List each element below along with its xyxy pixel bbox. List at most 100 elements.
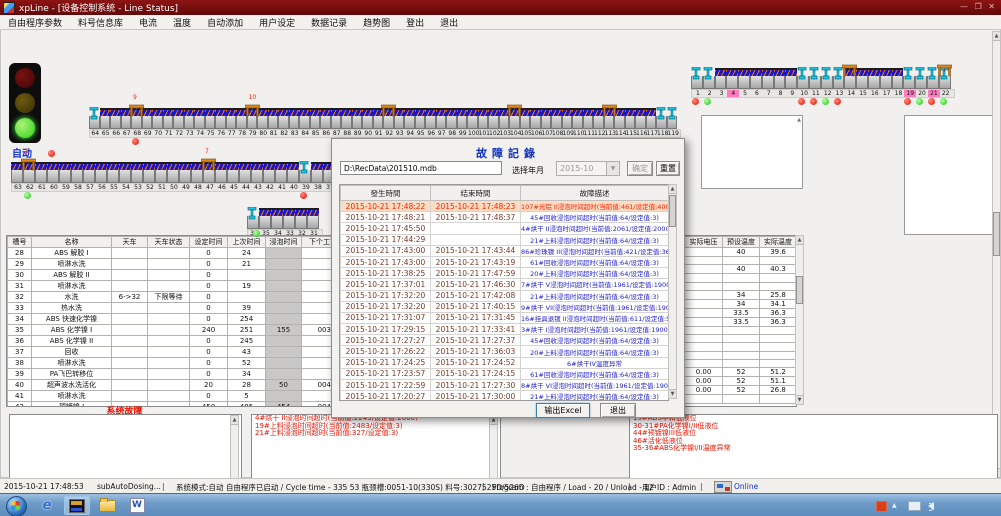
menu-item-3[interactable]: 温度 — [165, 16, 199, 29]
database-path-field[interactable]: D:\RecData\201510.mdb — [340, 161, 502, 175]
scroll-down-icon[interactable]: ▼ — [796, 395, 803, 404]
taskbar-xpline-button[interactable] — [64, 496, 90, 515]
scroll-down-icon[interactable]: ▼ — [669, 389, 676, 398]
year-month-combobox[interactable]: 2015-10 ▼ — [556, 161, 620, 176]
tank-cell-36[interactable] — [247, 208, 259, 229]
window-scrollbar[interactable]: ▲ ▼ — [992, 31, 1001, 478]
tank-cell-109[interactable] — [562, 108, 573, 129]
fault-record-row[interactable]: 2015-10-21 17:45:504#烘干 II浸泡时间超时(当前值:206… — [341, 223, 669, 234]
tank-cell-40[interactable] — [287, 162, 299, 183]
tank-cell-57[interactable] — [83, 162, 95, 183]
fault-record-row[interactable]: 2015-10-21 17:43:002015-10-21 17:43:1961… — [341, 256, 669, 267]
tank-cell-94[interactable] — [404, 108, 415, 129]
tank-cell-2[interactable] — [703, 68, 715, 89]
tank-cell-42[interactable] — [263, 162, 275, 183]
tank-cell-119[interactable] — [667, 108, 678, 129]
tank-cell-15[interactable] — [856, 68, 868, 89]
tank-cell-60[interactable] — [47, 162, 59, 183]
tank-cell-52[interactable] — [143, 162, 155, 183]
fault-record-row[interactable]: 2015-10-21 17:27:272015-10-21 17:27:3745… — [341, 335, 669, 346]
fault-record-row[interactable]: 2015-10-21 17:23:572015-10-21 17:24:1561… — [341, 368, 669, 379]
tank-cell-75[interactable] — [205, 108, 216, 129]
chevron-down-icon[interactable]: ▼ — [606, 162, 619, 175]
fault-record-row[interactable]: 2015-10-21 17:32:202015-10-21 17:40:159#… — [341, 301, 669, 312]
tank-cell-71[interactable] — [163, 108, 174, 129]
tray-network-icon[interactable] — [908, 501, 921, 511]
tank-cell-4[interactable] — [726, 68, 738, 89]
table-row[interactable]: 33.536.3 — [685, 308, 797, 317]
table-row[interactable]: 36ABS 化学镍 II0245 — [8, 336, 341, 347]
tank-cell-96[interactable] — [425, 108, 436, 129]
scrollbar-thumb[interactable] — [796, 276, 803, 304]
tank-cell-50[interactable] — [167, 162, 179, 183]
table-row[interactable]: 32水洗6->32下限等待0 — [8, 292, 341, 303]
table-row[interactable] — [685, 274, 797, 282]
tank-cell-73[interactable] — [184, 108, 195, 129]
tank-cell-56[interactable] — [95, 162, 107, 183]
menu-item-2[interactable]: 电流 — [131, 16, 165, 29]
tank-cell-108[interactable] — [551, 108, 562, 129]
tank-cell-83[interactable] — [289, 108, 300, 129]
tank-cell-59[interactable] — [59, 162, 71, 183]
tank-cell-118[interactable] — [656, 108, 667, 129]
window-controls[interactable]: — ❐ ✕ — [960, 2, 997, 11]
scroll-up-icon[interactable]: ▲ — [231, 416, 238, 425]
tank-cell-86[interactable] — [320, 108, 331, 129]
tank-cell-51[interactable] — [155, 162, 167, 183]
tank-cell-1[interactable] — [691, 68, 703, 89]
table-row[interactable]: 33.536.3 — [685, 317, 797, 326]
tank-cell-3[interactable] — [715, 68, 727, 89]
tank-cell-116[interactable] — [635, 108, 646, 129]
tank-cell-99[interactable] — [457, 108, 468, 129]
tank-cell-34[interactable] — [271, 208, 283, 229]
tank-cell-18[interactable] — [892, 68, 904, 89]
tank-cell-101[interactable] — [478, 108, 489, 129]
fault-record-row[interactable]: 2015-10-21 17:20:272015-10-21 17:30:0021… — [341, 391, 669, 401]
tank-cell-5[interactable] — [738, 68, 750, 89]
scroll-up-icon[interactable]: ▲ — [669, 185, 676, 194]
menu-item-6[interactable]: 数据记录 — [303, 16, 355, 29]
menu-item-8[interactable]: 登出 — [398, 16, 432, 29]
tank-cell-54[interactable] — [119, 162, 131, 183]
tank-cell-81[interactable] — [268, 108, 279, 129]
reset-button[interactable]: 重置 — [656, 161, 680, 176]
table-row[interactable] — [685, 335, 797, 343]
fault-record-row[interactable]: 2015-10-21 17:32:202015-10-21 17:42:0821… — [341, 290, 669, 301]
tank-cell-49[interactable] — [179, 162, 191, 183]
ok-button[interactable]: 确定 — [627, 161, 653, 176]
tank-cell-76[interactable] — [215, 108, 226, 129]
taskbar-ie-button[interactable]: e — [34, 496, 60, 515]
tank-cell-46[interactable] — [215, 162, 227, 183]
tank-cell-35[interactable] — [259, 208, 271, 229]
table-row[interactable]: 33热水洗039 — [8, 303, 341, 314]
scroll-up-icon[interactable]: ▲ — [796, 236, 803, 245]
fault-table-scrollbar[interactable]: ▲ ▼ — [668, 184, 677, 399]
tank-cell-17[interactable] — [880, 68, 892, 89]
fault-record-row[interactable]: 2015-10-21 17:26:222015-10-21 17:36:0320… — [341, 346, 669, 357]
table-row[interactable]: 41喷淋水洗05 — [8, 391, 341, 402]
tank-cell-66[interactable] — [110, 108, 121, 129]
tank-cell-90[interactable] — [362, 108, 373, 129]
table-row[interactable]: 40超声波水洗活化2028500041 — [8, 380, 341, 391]
menu-item-5[interactable]: 用户设定 — [251, 16, 303, 29]
table-row[interactable] — [685, 351, 797, 359]
tank-cell-16[interactable] — [868, 68, 880, 89]
tank-cell-53[interactable] — [131, 162, 143, 183]
tank-cell-85[interactable] — [310, 108, 321, 129]
tank-cell-45[interactable] — [227, 162, 239, 183]
tank-cell-84[interactable] — [299, 108, 310, 129]
tank-cell-88[interactable] — [341, 108, 352, 129]
fault-record-row[interactable]: 2015-10-21 17:22:592015-10-21 17:27:308#… — [341, 380, 669, 391]
tank-cell-38[interactable] — [311, 162, 323, 183]
tank-cell-19[interactable] — [903, 68, 915, 89]
fault-record-row[interactable]: 2015-10-21 17:29:152015-10-21 17:33:413#… — [341, 324, 669, 335]
tank-cell-95[interactable] — [415, 108, 426, 129]
table-row[interactable]: 30ABS 解胶 II0 — [8, 270, 341, 281]
tank-cell-41[interactable] — [275, 162, 287, 183]
table-row[interactable] — [685, 257, 797, 265]
tray-volume-icon[interactable] — [928, 502, 934, 510]
table-row[interactable]: 31喷淋水洗019 — [8, 281, 341, 292]
scroll-up-icon[interactable]: ▲ — [797, 117, 801, 123]
scrollbar-thumb[interactable] — [993, 212, 1000, 256]
tank-cell-72[interactable] — [173, 108, 184, 129]
